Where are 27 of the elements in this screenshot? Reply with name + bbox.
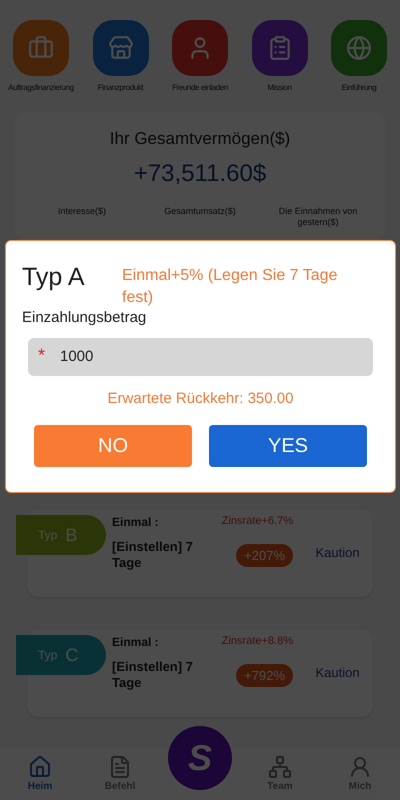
interest-rate: Zinsrate+6.7% xyxy=(222,514,293,529)
total-value: +73,511.60$ xyxy=(134,158,266,188)
cancel-button[interactable]: NO xyxy=(34,425,192,467)
stat-label: Die Einnahmen von gestern($) xyxy=(278,206,358,228)
expected-return: Erwartete Rückkehr: 350.00 xyxy=(108,388,294,408)
tag-label: Typ xyxy=(38,527,58,544)
confirm-button[interactable]: YES xyxy=(209,425,367,467)
tag-letter: C xyxy=(65,644,78,666)
plan-term: [Einstellen] 7 Tage xyxy=(112,659,194,692)
shortcut-label[interactable]: Freunde einladen xyxy=(172,82,228,94)
plan-label: Einmal : xyxy=(112,514,159,531)
dialog-title: Typ A xyxy=(22,262,86,293)
stat-label: Interesse($) xyxy=(56,206,108,218)
summary-title: Ihr Gesamtvermögen($) xyxy=(110,128,290,150)
tag-label: Typ xyxy=(38,647,58,664)
tag-letter: B xyxy=(65,524,78,546)
shortcut-label[interactable]: Einführung xyxy=(342,82,376,94)
shortcut-label[interactable]: Auftragsfinanzierung xyxy=(8,82,74,94)
plan-term: [Einstellen] 7 Tage xyxy=(112,539,194,572)
shortcut-label[interactable]: Mission xyxy=(267,82,292,94)
plan-label: Einmal : xyxy=(112,634,159,651)
stat-label: Gesamtumsatz($) xyxy=(163,206,237,218)
required-mark: * xyxy=(38,346,46,364)
field-label: Einzahlungsbetrag xyxy=(22,308,148,328)
plan-note: Einmal+5% (Legen Sie 7 Tage fest) xyxy=(122,266,338,308)
interest-rate: Zinsrate+8.8% xyxy=(222,634,293,649)
shortcut-label[interactable]: Finanzprodukt xyxy=(98,82,144,94)
